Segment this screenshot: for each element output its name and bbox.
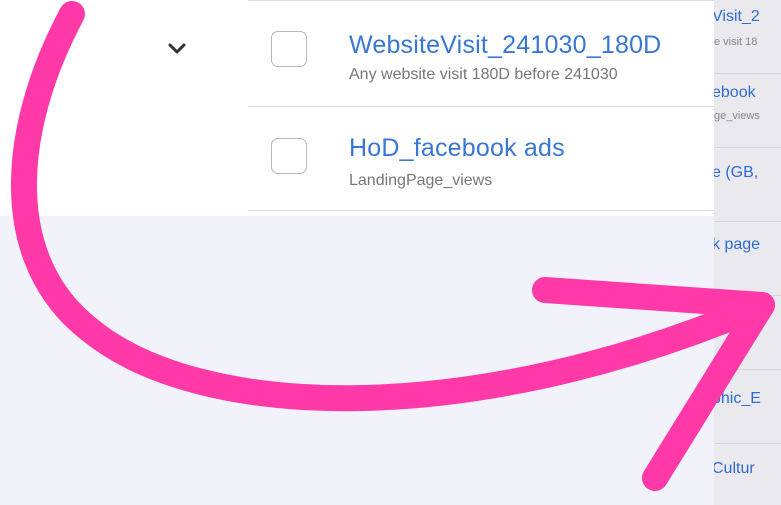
chevron-down-icon[interactable]: [168, 42, 186, 56]
row-divider: [248, 210, 720, 211]
list-top-divider: [248, 0, 720, 1]
audience-name-link[interactable]: WebsiteVisit_241030_180D: [349, 31, 661, 60]
side-item-title[interactable]: Visit_2: [714, 8, 760, 26]
lower-background: [0, 216, 781, 505]
side-item-title[interactable]: k page: [714, 236, 760, 254]
row-checkbox[interactable]: [271, 138, 307, 174]
side-list-item[interactable]: e (GB,: [714, 148, 781, 222]
row-checkbox[interactable]: [271, 31, 307, 67]
side-list-item[interactable]: phic_E: [714, 370, 781, 444]
side-list-item[interactable]: [714, 296, 781, 370]
side-item-subtitle: e visit 18: [714, 36, 758, 48]
side-item-title[interactable]: ebook: [714, 84, 756, 102]
cropped-audience-list: Visit_2 e visit 18 ebook ge_views e (GB,…: [714, 0, 781, 505]
side-item-subtitle: ge_views: [714, 110, 760, 122]
side-list-item[interactable]: Cultur: [714, 444, 781, 505]
side-list-item[interactable]: ebook ge_views: [714, 74, 781, 148]
side-item-title[interactable]: e (GB,: [714, 164, 758, 182]
audience-description: LandingPage_views: [349, 172, 493, 189]
side-list-item[interactable]: k page: [714, 222, 781, 296]
side-item-title[interactable]: Cultur: [714, 460, 755, 478]
row-divider: [248, 106, 720, 107]
side-list-item[interactable]: Visit_2 e visit 18: [714, 0, 781, 74]
side-item-title[interactable]: phic_E: [714, 390, 761, 408]
audience-name-link[interactable]: HoD_facebook ads: [349, 134, 565, 163]
audience-description: Any website visit 180D before 241030: [349, 66, 618, 83]
